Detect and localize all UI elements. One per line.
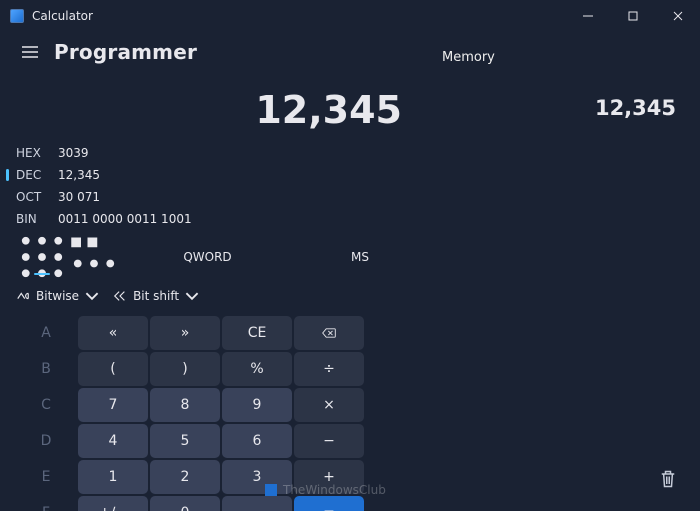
- bitwise-label: Bitwise: [36, 289, 79, 303]
- key-lshift[interactable]: «: [78, 316, 148, 350]
- base-row-oct[interactable]: OCT 30 071: [16, 186, 436, 208]
- trash-icon: [658, 469, 678, 489]
- key-d: D: [16, 424, 76, 458]
- full-keypad-toggle[interactable]: [16, 241, 68, 273]
- key-7[interactable]: 7: [78, 388, 148, 422]
- header: Programmer: [0, 32, 700, 66]
- key-b: B: [16, 352, 76, 386]
- key-9[interactable]: 9: [222, 388, 292, 422]
- key-6[interactable]: 6: [222, 424, 292, 458]
- base-label-hex: HEX: [16, 142, 58, 164]
- key-5[interactable]: 5: [150, 424, 220, 458]
- key-c: C: [16, 388, 76, 422]
- key-1[interactable]: 1: [78, 460, 148, 494]
- key-8[interactable]: 8: [150, 388, 220, 422]
- titlebar: Calculator: [0, 0, 700, 32]
- key-f: F: [16, 496, 76, 511]
- bitshift-dropdown[interactable]: Bit shift: [113, 284, 199, 308]
- key-3[interactable]: 3: [222, 460, 292, 494]
- window-title: Calculator: [32, 9, 565, 23]
- key-clear-entry[interactable]: CE: [222, 316, 292, 350]
- keypad: A « » CE B ( ) % ÷ C 7 8 9 × D 4 5 6 − E…: [16, 316, 436, 511]
- key-0[interactable]: 0: [150, 496, 220, 511]
- base-label-dec: DEC: [16, 164, 58, 186]
- key-e: E: [16, 460, 76, 494]
- chevron-down-icon: [185, 289, 199, 303]
- key-multiply[interactable]: ×: [294, 388, 364, 422]
- maximize-button[interactable]: [610, 0, 655, 32]
- base-list: HEX 3039 DEC 12,345 OCT 30 071 BIN 0011 …: [16, 142, 436, 230]
- memory-item-value[interactable]: 12,345: [595, 96, 676, 120]
- bitwise-dropdown[interactable]: Bitwise: [16, 284, 99, 308]
- key-rshift[interactable]: »: [150, 316, 220, 350]
- base-value-hex: 3039: [58, 142, 89, 164]
- base-label-bin: BIN: [16, 208, 58, 230]
- backspace-icon: [322, 326, 336, 340]
- mode-title: Programmer: [54, 40, 197, 64]
- memory-store-button[interactable]: MS: [295, 241, 425, 273]
- bitwise-icon: [16, 289, 30, 303]
- bit-toggling-keypad-toggle[interactable]: [68, 241, 120, 273]
- key-4[interactable]: 4: [78, 424, 148, 458]
- minimize-button[interactable]: [565, 0, 610, 32]
- base-row-bin[interactable]: BIN 0011 0000 0011 1001: [16, 208, 436, 230]
- result-display: 12,345: [16, 66, 420, 142]
- base-value-bin: 0011 0000 0011 1001: [58, 208, 192, 230]
- close-button[interactable]: [655, 0, 700, 32]
- base-value-oct: 30 071: [58, 186, 100, 208]
- tab-memory[interactable]: Memory: [442, 50, 495, 65]
- key-backspace[interactable]: [294, 316, 364, 350]
- base-row-hex[interactable]: HEX 3039: [16, 142, 436, 164]
- key-lparen[interactable]: (: [78, 352, 148, 386]
- key-percent[interactable]: %: [222, 352, 292, 386]
- key-a: A: [16, 316, 76, 350]
- key-2[interactable]: 2: [150, 460, 220, 494]
- clear-memory-button[interactable]: [658, 469, 678, 489]
- chevron-down-icon: [85, 289, 99, 303]
- key-add[interactable]: +: [294, 460, 364, 494]
- key-negate[interactable]: +∕−: [78, 496, 148, 511]
- base-value-dec: 12,345: [58, 164, 100, 186]
- key-rparen[interactable]: ): [150, 352, 220, 386]
- bitshift-label: Bit shift: [133, 289, 179, 303]
- key-equals[interactable]: =: [294, 496, 364, 511]
- word-size-toggle[interactable]: QWORD: [120, 241, 295, 273]
- key-decimal[interactable]: .: [222, 496, 292, 511]
- input-toolbar: QWORD MS: [16, 240, 436, 274]
- key-divide[interactable]: ÷: [294, 352, 364, 386]
- key-subtract[interactable]: −: [294, 424, 364, 458]
- bitshift-icon: [113, 289, 127, 303]
- hamburger-menu[interactable]: [16, 38, 44, 66]
- base-label-oct: OCT: [16, 186, 58, 208]
- app-icon: [10, 9, 24, 23]
- base-row-dec[interactable]: DEC 12,345: [16, 164, 436, 186]
